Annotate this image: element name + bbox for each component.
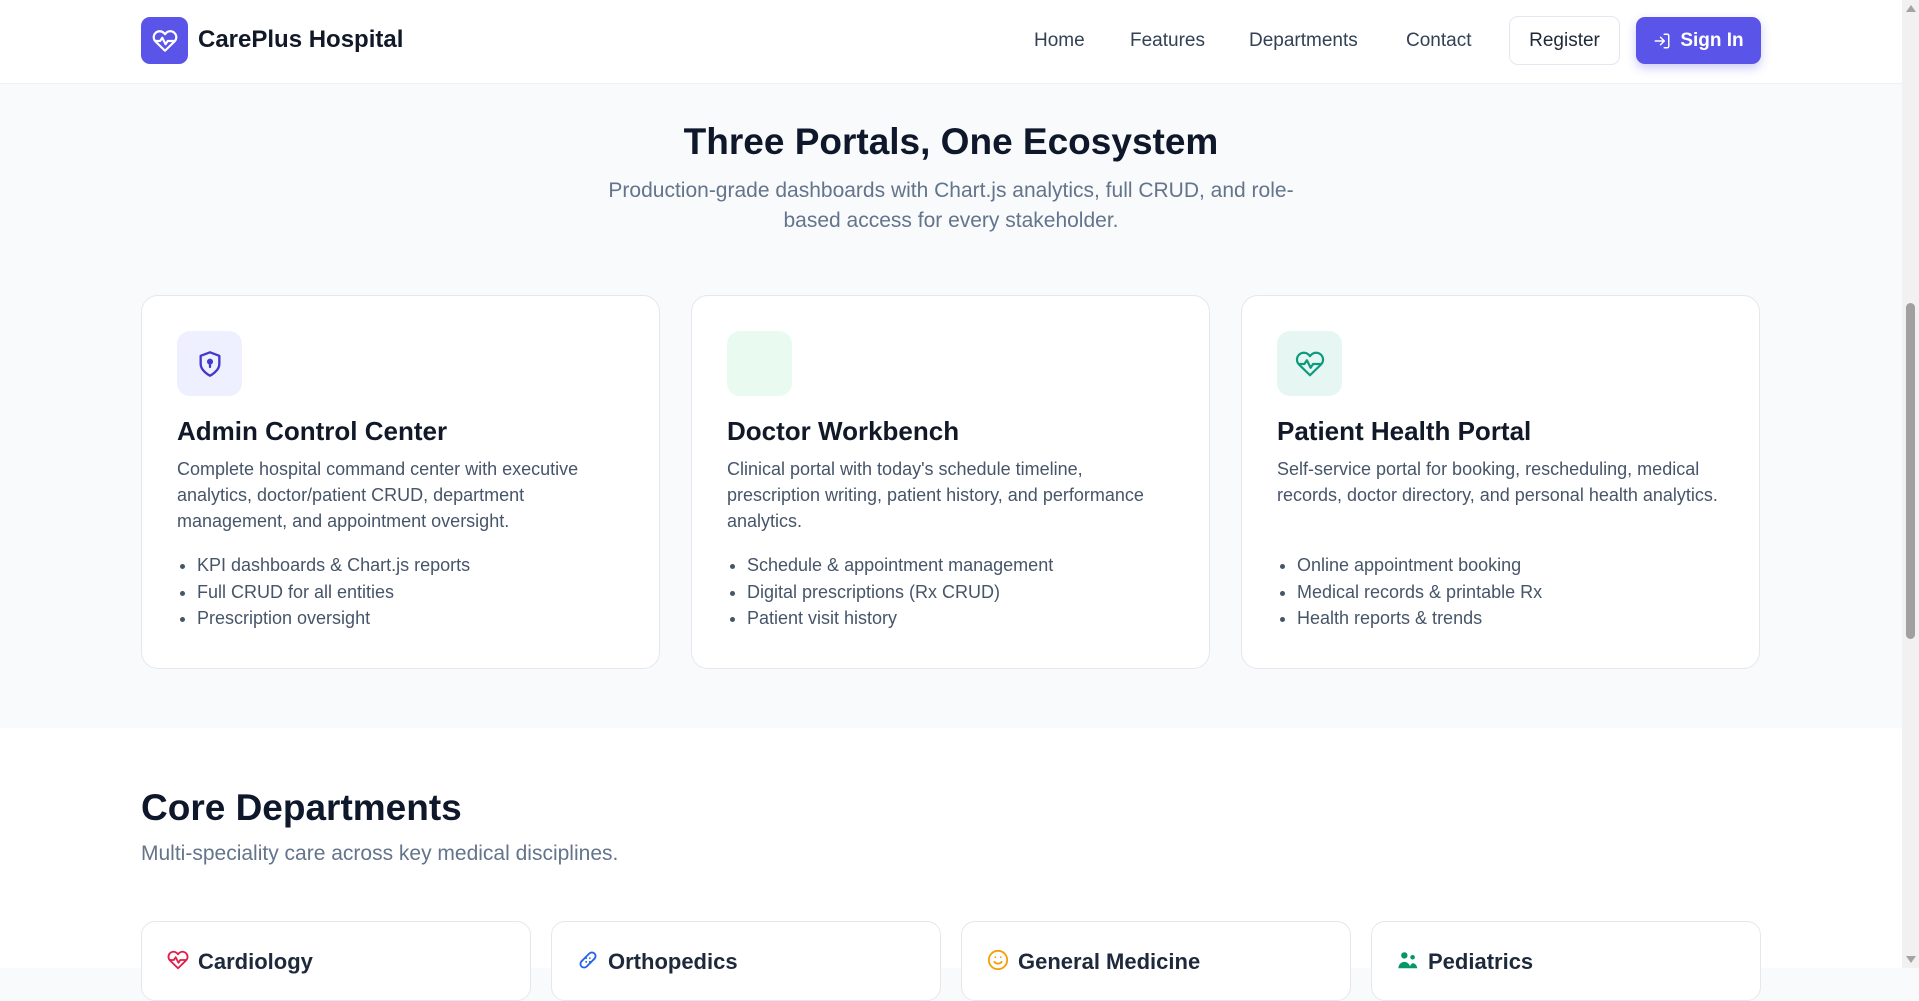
scrollbar-thumb[interactable] <box>1906 303 1915 639</box>
department-card-pediatrics[interactable]: Pediatrics <box>1371 921 1761 1001</box>
card-title: Doctor Workbench <box>727 416 960 446</box>
departments-subtitle: Multi-speciality care across key medical… <box>141 842 619 865</box>
nav-link-contact[interactable]: Contact <box>1406 30 1471 52</box>
feature-item: Medical records & printable Rx <box>1297 579 1542 606</box>
card-description: Complete hospital command center with ex… <box>177 459 579 531</box>
feature-item: Digital prescriptions (Rx CRUD) <box>747 579 1053 606</box>
feature-list: KPI dashboards & Chart.js reports Full C… <box>177 552 470 632</box>
feature-list: Online appointment booking Medical recor… <box>1277 552 1542 632</box>
card-title: Admin Control Center <box>177 416 448 446</box>
top-navbar: CarePlus Hospital Home Features Departme… <box>0 0 1902 84</box>
feature-item: Full CRUD for all entities <box>197 579 470 606</box>
department-name: Pediatrics <box>1428 949 1534 974</box>
nav-link-home[interactable]: Home <box>1034 30 1085 52</box>
card-title: Patient Health Portal <box>1277 416 1532 446</box>
feature-item: Schedule & appointment management <box>747 552 1053 579</box>
sign-in-icon <box>1654 33 1670 48</box>
feature-item: Online appointment booking <box>1297 552 1542 579</box>
portals-subtitle: Production-grade dashboards with Chart.j… <box>608 179 1294 232</box>
departments-title: Core Departments <box>141 787 462 828</box>
vertical-scrollbar[interactable] <box>1902 0 1919 968</box>
feature-list: Schedule & appointment management Digita… <box>727 552 1053 632</box>
signin-button[interactable]: Sign In <box>1636 17 1761 64</box>
portal-card-doctor[interactable]: Doctor Workbench Clinical portal with to… <box>691 295 1210 669</box>
admin-icon-tile <box>177 331 242 396</box>
department-name: General Medicine <box>1018 949 1201 974</box>
department-card-cardiology[interactable]: Cardiology <box>141 921 531 1001</box>
feature-item: Prescription oversight <box>197 605 470 632</box>
brand-name[interactable]: CarePlus Hospital <box>198 26 403 54</box>
department-card-orthopedics[interactable]: Orthopedics <box>551 921 941 1001</box>
doctor-icon-tile <box>727 331 792 396</box>
logo[interactable] <box>141 17 188 64</box>
shield-icon <box>199 350 220 377</box>
department-name: Cardiology <box>198 949 313 974</box>
patient-icon-tile <box>1277 331 1342 396</box>
portals-title: Three Portals, One Ecosystem <box>683 121 1219 162</box>
card-description: Self-service portal for booking, resched… <box>1277 459 1718 505</box>
scroll-down-arrow-icon[interactable] <box>1906 956 1916 963</box>
heart-pulse-icon <box>152 29 177 52</box>
feature-item: Patient visit history <box>747 605 1053 632</box>
portal-card-patient[interactable]: Patient Health Portal Self-service porta… <box>1241 295 1760 669</box>
signin-label: Sign In <box>1680 29 1744 51</box>
nav-link-features[interactable]: Features <box>1130 30 1205 52</box>
department-card-general-medicine[interactable]: General Medicine <box>961 921 1351 1001</box>
heart-pulse-icon <box>1295 351 1324 376</box>
department-name: Orthopedics <box>608 949 738 974</box>
scroll-up-arrow-icon[interactable] <box>1906 5 1916 12</box>
feature-item: KPI dashboards & Chart.js reports <box>197 552 470 579</box>
nav-link-departments[interactable]: Departments <box>1249 30 1358 52</box>
portal-card-admin[interactable]: Admin Control Center Complete hospital c… <box>141 295 660 669</box>
register-button[interactable]: Register <box>1509 16 1620 65</box>
card-description: Clinical portal with today's schedule ti… <box>727 459 1144 531</box>
feature-item: Health reports & trends <box>1297 605 1542 632</box>
